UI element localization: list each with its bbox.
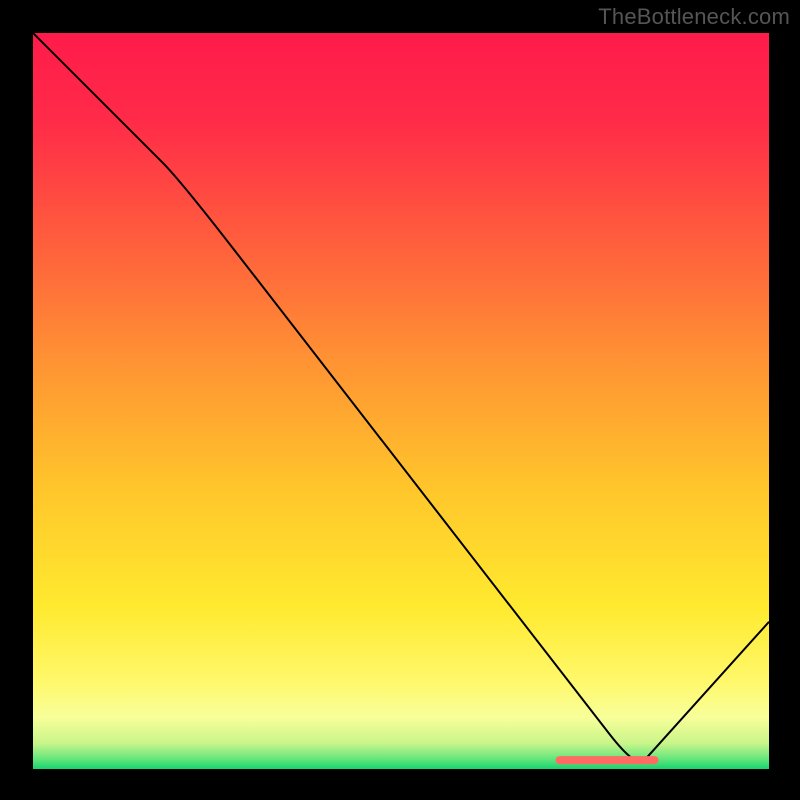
optimal-marker [556, 756, 659, 764]
plot-area [33, 33, 769, 769]
chart-svg [33, 33, 769, 769]
watermark-text: TheBottleneck.com [598, 4, 790, 30]
chart-frame: TheBottleneck.com [0, 0, 800, 800]
